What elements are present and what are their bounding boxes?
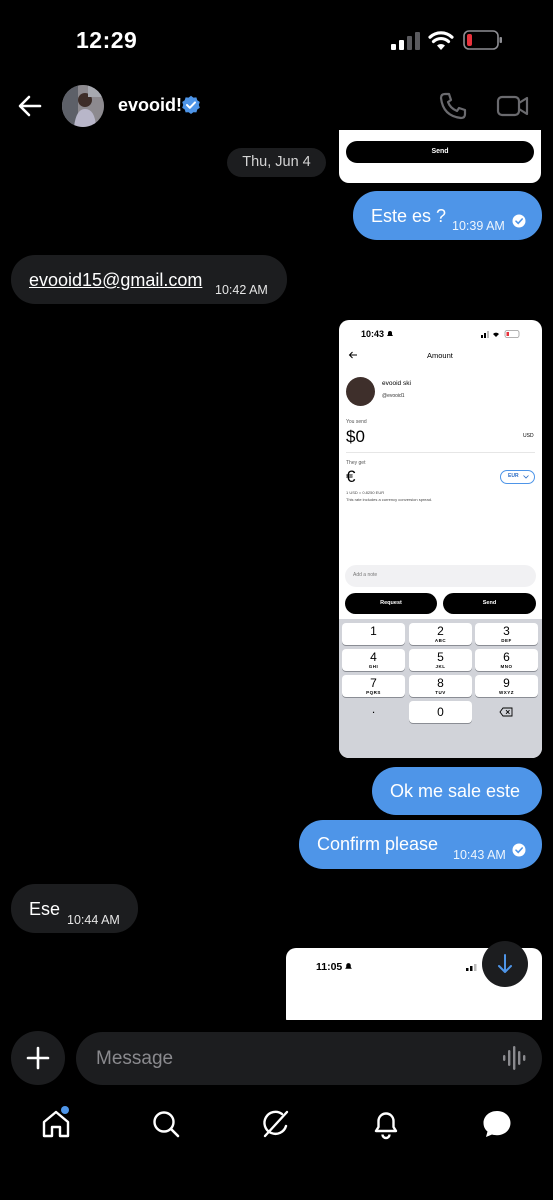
screenshot-title: Amount	[427, 351, 453, 360]
screenshot-avatar	[346, 377, 375, 406]
keypad-key: 8 TUV	[409, 675, 472, 697]
message-bubble-incoming[interactable]: evooid15@gmail.com 10:42 AM	[11, 255, 287, 304]
status-bar: 12:29	[0, 0, 553, 80]
silent-bell-icon	[387, 331, 393, 336]
screenshot-send-button: Send	[443, 593, 536, 614]
bottom-navigation	[0, 1100, 553, 1160]
wifi-icon	[428, 31, 454, 50]
messages-icon[interactable]	[481, 1108, 513, 1140]
keypad-key: 5 JKL	[409, 649, 472, 671]
message-text: Este es ?	[371, 206, 447, 226]
back-arrow-icon[interactable]	[14, 90, 46, 122]
chat-thread[interactable]: Send Thu, Jun 4 Este es ? 10:39 AM evooi…	[0, 130, 553, 1020]
screenshot-they-get-label: They get	[346, 460, 366, 466]
battery-low-icon	[463, 30, 502, 50]
plus-icon	[26, 1046, 50, 1070]
search-icon[interactable]	[150, 1108, 182, 1140]
read-receipt-icon	[512, 214, 526, 228]
message-time: 10:44 AM	[67, 913, 120, 927]
screenshot-profile-name: evooid ski	[382, 380, 411, 387]
avatar[interactable]	[62, 85, 104, 127]
home-notification-dot	[61, 1106, 69, 1114]
screenshot-status-icons	[481, 330, 520, 338]
add-attachment-button[interactable]	[11, 1031, 65, 1085]
screenshot-you-send-currency: USD	[523, 433, 534, 439]
chat-header: evooid!	[0, 80, 553, 130]
arrow-down-icon	[498, 954, 512, 973]
keypad-key: 9 WXYZ	[475, 675, 538, 697]
backspace-icon	[499, 707, 513, 717]
video-camera-icon[interactable]	[496, 91, 530, 121]
message-text: Confirm please	[317, 834, 439, 854]
keypad-key: 6 MNO	[475, 649, 538, 671]
screenshot-keypad: 1 2 ABC 3 DEF 4 GHI 5 JKL 6 MNO 7 PQRS 8 TUV 9W…	[339, 619, 542, 758]
email-link[interactable]: evooid15@gmail.com	[29, 268, 202, 292]
message-bubble-outgoing[interactable]: Ok me sale este	[372, 767, 542, 815]
message-text: Ese	[29, 899, 61, 919]
shared-screenshot-previous[interactable]: Send	[339, 130, 541, 183]
screenshot-currency-code: EUR	[508, 473, 519, 479]
message-text: Ok me sale este	[390, 781, 521, 801]
keypad-key: 2 ABC	[409, 623, 472, 645]
read-receipt-icon	[512, 843, 526, 857]
message-input[interactable]	[76, 1032, 542, 1085]
keypad-key: 3 DEF	[475, 623, 538, 645]
keypad-key: 0	[409, 701, 472, 723]
message-composer	[0, 1030, 553, 1090]
screenshot-request-button: Request	[345, 593, 437, 614]
message-bubble-outgoing[interactable]: Confirm please 10:43 AM	[299, 820, 542, 869]
phone-call-icon[interactable]	[438, 91, 468, 121]
message-bubble-outgoing[interactable]: Este es ? 10:39 AM	[353, 191, 542, 240]
shared-screenshot[interactable]: 10:43 Amount evooid ski @evooid1 You sen…	[339, 320, 542, 758]
contact-name[interactable]: evooid!	[118, 95, 182, 116]
screenshot-send-button: Send	[346, 141, 534, 163]
voice-waveform-icon[interactable]	[502, 1046, 528, 1070]
message-time: 10:42 AM	[215, 283, 268, 297]
message-time: 10:43 AM	[453, 848, 506, 862]
keypad-key: 4 GHI	[342, 649, 405, 671]
screenshot-back-icon	[348, 351, 357, 359]
screenshot-status-time: 10:43	[361, 329, 385, 339]
screenshot-rate: 1 USD = 0.8250 EUR	[346, 490, 385, 495]
screenshot-currency-select: EUR	[500, 470, 535, 484]
screenshot-they-get-symbol: €	[346, 467, 356, 486]
screenshot-note-field: Add a note	[345, 565, 536, 587]
screenshot-note-placeholder: Add a note	[353, 572, 378, 578]
screenshot-rate-note: This rate includes a currency conversion…	[346, 497, 433, 502]
screenshot-you-send-amount: $0	[346, 427, 365, 446]
verified-badge-icon	[182, 95, 200, 114]
date-separator: Thu, Jun 4	[227, 148, 326, 177]
status-time: 12:29	[76, 27, 138, 53]
screenshot-profile-handle: @evooid1	[382, 393, 405, 399]
bell-icon[interactable]	[370, 1108, 402, 1140]
keypad-key: 7 PQRS	[342, 675, 405, 697]
message-bubble-incoming[interactable]: Ese 10:44 AM	[11, 884, 138, 933]
cellular-signal-icon	[391, 32, 420, 50]
screenshot-status-time: 11:05	[316, 961, 343, 973]
avatar-image	[62, 85, 104, 127]
screenshot-you-send-label: You send	[346, 419, 367, 425]
keypad-key: 1	[342, 623, 405, 645]
message-time: 10:39 AM	[452, 219, 505, 233]
grok-icon[interactable]	[260, 1108, 292, 1140]
chevron-down-icon	[523, 475, 529, 479]
scroll-to-bottom-button[interactable]	[482, 941, 528, 987]
silent-bell-icon	[345, 963, 352, 969]
screenshot-signal-icon	[466, 964, 477, 971]
screenshot-divider	[346, 452, 535, 453]
keypad-key: .	[371, 702, 376, 716]
